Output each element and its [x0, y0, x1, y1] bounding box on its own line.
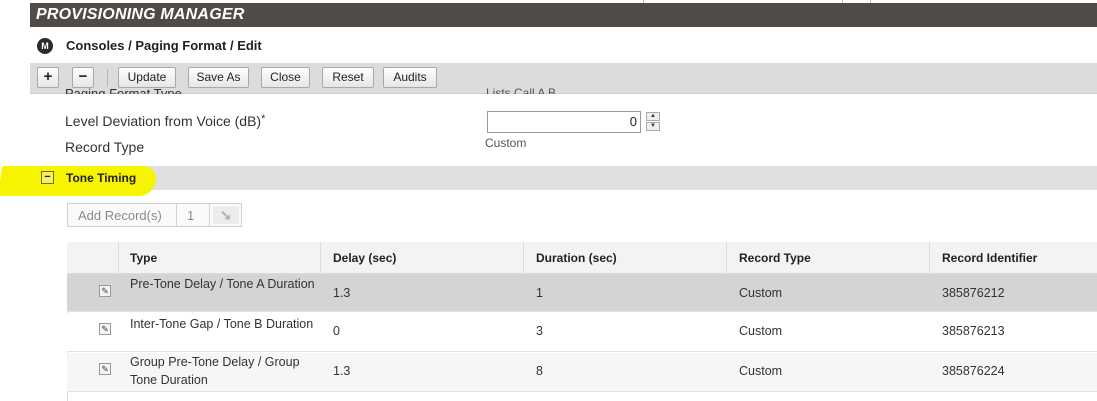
motorola-logo-icon: M — [37, 38, 53, 54]
column-header-delay[interactable]: Delay (sec) — [333, 251, 396, 265]
row-divider — [67, 391, 1097, 392]
app-header: PROVISIONING MANAGER — [30, 3, 1097, 27]
cell-type: Group Pre-Tone Delay / Group Tone Durati… — [130, 355, 300, 387]
column-header-duration[interactable]: Duration (sec) — [536, 251, 617, 265]
paging-format-type-value: Lists Call A B — [486, 86, 557, 94]
cell-record-identifier: 385876212 — [942, 286, 1005, 300]
edit-icon[interactable]: ✎ — [99, 323, 111, 335]
cell-delay: 0 — [333, 324, 340, 338]
audits-button[interactable]: Audits — [383, 67, 437, 88]
cell-record-type: Custom — [739, 364, 783, 378]
addbar-divider — [176, 204, 177, 226]
tone-timing-section-content: − Tone Timing — [30, 166, 1097, 190]
spin-up-icon[interactable]: ▲ — [646, 112, 660, 121]
spin-down-icon[interactable]: ▼ — [646, 122, 660, 131]
app-title: PROVISIONING MANAGER — [36, 6, 245, 23]
close-button[interactable]: Close — [261, 67, 310, 88]
record-count-field[interactable]: 1 — [187, 208, 194, 223]
cell-delay: 1.3 — [333, 286, 351, 300]
column-divider — [118, 242, 119, 273]
column-header-record-type[interactable]: Record Type — [739, 251, 811, 265]
toolbar-divider — [107, 69, 108, 87]
cell-type: Inter-Tone Gap / Tone B Duration — [130, 317, 314, 331]
reset-button[interactable]: Reset — [322, 67, 374, 88]
column-divider — [320, 242, 321, 273]
record-type-value: Custom — [485, 136, 527, 150]
addbar-divider — [209, 204, 210, 226]
level-deviation-label-text: Level Deviation from Voice (dB) — [65, 113, 262, 129]
column-header-type[interactable]: Type — [130, 251, 157, 265]
add-records-bar: Add Record(s) 1 ➘ — [67, 203, 242, 227]
level-deviation-input[interactable]: 0 — [487, 111, 641, 133]
add-records-button[interactable]: Add Record(s) — [78, 208, 162, 223]
column-divider — [929, 242, 930, 273]
cell-duration: 1 — [536, 286, 543, 300]
section-title: Tone Timing — [66, 171, 137, 185]
table-header: Type Delay (sec) Duration (sec) Record T… — [67, 242, 1097, 274]
column-divider — [523, 242, 524, 273]
breadcrumb: Consoles / Paging Format / Edit — [66, 38, 262, 53]
update-button[interactable]: Update — [118, 67, 176, 88]
edit-icon[interactable]: ✎ — [99, 363, 111, 375]
row-divider — [67, 311, 1097, 312]
cell-record-identifier: 385876213 — [942, 324, 1005, 338]
level-deviation-label: Level Deviation from Voice (dB)* — [65, 113, 265, 129]
row-divider — [67, 351, 1097, 352]
remove-icon[interactable]: − — [72, 67, 94, 88]
required-mark: * — [261, 113, 266, 125]
table-row[interactable]: ✎ Group Pre-Tone Delay / Group Tone Dura… — [67, 353, 1097, 392]
collapse-icon[interactable]: − — [41, 171, 54, 184]
table-row[interactable]: ✎ Inter-Tone Gap / Tone B Duration 0 3 C… — [67, 313, 1097, 352]
cell-delay: 1.3 — [333, 364, 351, 378]
cell-record-type: Custom — [739, 324, 783, 338]
toolbar: + − Update Save As Close Reset Audits — [30, 63, 1097, 94]
edit-icon[interactable]: ✎ — [99, 285, 111, 297]
column-divider — [726, 242, 727, 273]
cell-duration: 8 — [536, 364, 543, 378]
cell-type: Pre-Tone Delay / Tone A Duration — [130, 277, 315, 291]
cell-record-identifier: 385876224 — [942, 364, 1005, 378]
cell-duration: 3 — [536, 324, 543, 338]
add-icon[interactable]: + — [37, 67, 59, 88]
table-row[interactable]: ✎ Pre-Tone Delay / Tone A Duration 1.3 1… — [67, 274, 1097, 312]
cell-record-type: Custom — [739, 286, 783, 300]
record-type-label: Record Type — [65, 139, 145, 155]
paging-format-type-label: Paging Format Type — [65, 86, 182, 94]
breadcrumb-row: M Consoles / Paging Format / Edit — [30, 32, 1097, 60]
column-header-record-identifier[interactable]: Record Identifier — [942, 251, 1037, 265]
save-as-button[interactable]: Save As — [188, 67, 249, 88]
arrow-down-right-icon[interactable]: ➘ — [213, 206, 239, 224]
